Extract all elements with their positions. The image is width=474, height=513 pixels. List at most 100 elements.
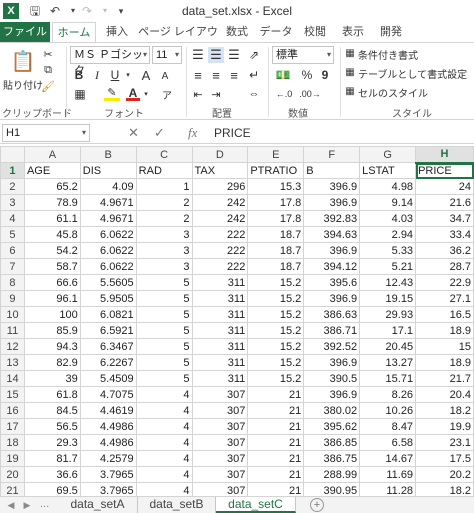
cut-icon[interactable]: ✂: [40, 47, 56, 61]
data-cell[interactable]: 222: [191, 226, 249, 243]
align-top-icon[interactable]: ☰: [190, 47, 206, 63]
data-cell[interactable]: 10.26: [359, 402, 417, 419]
comma-style-button[interactable]: 9: [318, 67, 332, 83]
data-cell[interactable]: 311: [191, 290, 249, 307]
cancel-icon[interactable]: ✕: [128, 125, 139, 141]
row-header[interactable]: 10: [0, 306, 25, 323]
tab-view[interactable]: 表示: [338, 22, 368, 42]
data-cell[interactable]: 394.12: [303, 258, 361, 275]
data-cell[interactable]: 65.2: [23, 178, 81, 195]
data-cell[interactable]: 58.7: [23, 258, 81, 275]
data-cell[interactable]: 311: [191, 338, 249, 355]
data-cell[interactable]: 17.1: [359, 322, 417, 339]
sheet-tab-data-setC[interactable]: data_setC: [216, 497, 296, 513]
header-cell[interactable]: RAD: [135, 162, 193, 179]
shrink-font-button[interactable]: A: [158, 68, 172, 84]
header-cell[interactable]: PTRATIO: [247, 162, 305, 179]
data-cell[interactable]: 395.6: [303, 274, 361, 291]
data-cell[interactable]: 307: [191, 418, 249, 435]
data-cell[interactable]: 18.7: [247, 226, 305, 243]
currency-icon[interactable]: 💵: [272, 67, 294, 83]
tab-review[interactable]: 校閲: [300, 22, 330, 42]
row-header[interactable]: 3: [0, 194, 25, 211]
data-cell[interactable]: 20.45: [359, 338, 417, 355]
data-cell[interactable]: 21: [247, 482, 305, 496]
data-cell[interactable]: 17.8: [247, 194, 305, 211]
data-cell[interactable]: 34.7: [415, 210, 474, 227]
tab-developer[interactable]: 開発: [376, 22, 406, 42]
data-cell[interactable]: 36.6: [23, 466, 81, 483]
data-cell[interactable]: 5: [135, 338, 193, 355]
data-cell[interactable]: 24: [415, 178, 474, 195]
increase-indent-icon[interactable]: ⇥: [208, 87, 224, 101]
data-cell[interactable]: 6.58: [359, 434, 417, 451]
data-cell[interactable]: 13.27: [359, 354, 417, 371]
tab-file[interactable]: ファイル: [0, 22, 50, 42]
data-cell[interactable]: 4.03: [359, 210, 417, 227]
data-cell[interactable]: 394.63: [303, 226, 361, 243]
row-header[interactable]: 7: [0, 258, 25, 275]
merge-center-icon[interactable]: ⇔: [246, 87, 262, 101]
underline-button[interactable]: U: [108, 67, 122, 83]
data-cell[interactable]: 242: [191, 194, 249, 211]
data-cell[interactable]: 4: [135, 418, 193, 435]
data-cell[interactable]: 19.9: [415, 418, 474, 435]
data-cell[interactable]: 307: [191, 466, 249, 483]
grow-font-button[interactable]: A: [138, 67, 154, 83]
data-cell[interactable]: 61.8: [23, 386, 81, 403]
align-right-icon[interactable]: ≡: [226, 67, 242, 83]
data-cell[interactable]: 386.63: [303, 306, 361, 323]
data-cell[interactable]: 15.2: [247, 354, 305, 371]
data-cell[interactable]: 307: [191, 402, 249, 419]
data-cell[interactable]: 396.9: [303, 386, 361, 403]
header-cell[interactable]: PRICE: [415, 162, 474, 179]
row-header[interactable]: 12: [0, 338, 25, 355]
data-cell[interactable]: 396.9: [303, 194, 361, 211]
row-header[interactable]: 19: [0, 450, 25, 467]
copy-icon[interactable]: ⧉: [40, 63, 56, 77]
row-header[interactable]: 17: [0, 418, 25, 435]
data-cell[interactable]: 307: [191, 482, 249, 496]
data-cell[interactable]: 33.4: [415, 226, 474, 243]
align-center-icon[interactable]: ≡: [208, 67, 224, 83]
data-cell[interactable]: 2: [135, 194, 193, 211]
tab-data[interactable]: データ: [258, 22, 294, 42]
data-cell[interactable]: 29.3: [23, 434, 81, 451]
data-cell[interactable]: 4: [135, 482, 193, 496]
data-cell[interactable]: 390.95: [303, 482, 361, 496]
data-cell[interactable]: 15.2: [247, 274, 305, 291]
data-cell[interactable]: 386.85: [303, 434, 361, 451]
data-cell[interactable]: 222: [191, 242, 249, 259]
data-cell[interactable]: 4: [135, 386, 193, 403]
data-cell[interactable]: 307: [191, 450, 249, 467]
data-cell[interactable]: 100: [23, 306, 81, 323]
data-cell[interactable]: 18.2: [415, 402, 474, 419]
data-cell[interactable]: 61.1: [23, 210, 81, 227]
font-size-combo[interactable]: 11 ▾: [152, 46, 182, 64]
data-cell[interactable]: 6.2267: [79, 354, 137, 371]
data-cell[interactable]: 6.3467: [79, 338, 137, 355]
data-cell[interactable]: 4.9671: [79, 210, 137, 227]
row-header[interactable]: 15: [0, 386, 25, 403]
data-cell[interactable]: 84.5: [23, 402, 81, 419]
data-cell[interactable]: 5.9505: [79, 290, 137, 307]
data-cell[interactable]: 5: [135, 306, 193, 323]
data-cell[interactable]: 5: [135, 354, 193, 371]
orientation-icon[interactable]: ⇗: [246, 47, 262, 63]
data-cell[interactable]: 11.69: [359, 466, 417, 483]
data-cell[interactable]: 307: [191, 434, 249, 451]
data-cell[interactable]: 66.6: [23, 274, 81, 291]
data-cell[interactable]: 390.5: [303, 370, 361, 387]
row-header[interactable]: 8: [0, 274, 25, 291]
data-cell[interactable]: 15.2: [247, 290, 305, 307]
row-header[interactable]: 16: [0, 402, 25, 419]
data-cell[interactable]: 5: [135, 370, 193, 387]
column-header-f[interactable]: F: [303, 146, 361, 163]
data-cell[interactable]: 4.4986: [79, 434, 137, 451]
data-cell[interactable]: 78.9: [23, 194, 81, 211]
data-cell[interactable]: 3: [135, 242, 193, 259]
data-cell[interactable]: 4.4619: [79, 402, 137, 419]
align-left-icon[interactable]: ≡: [190, 67, 206, 83]
data-cell[interactable]: 85.9: [23, 322, 81, 339]
column-header-b[interactable]: B: [79, 146, 137, 163]
